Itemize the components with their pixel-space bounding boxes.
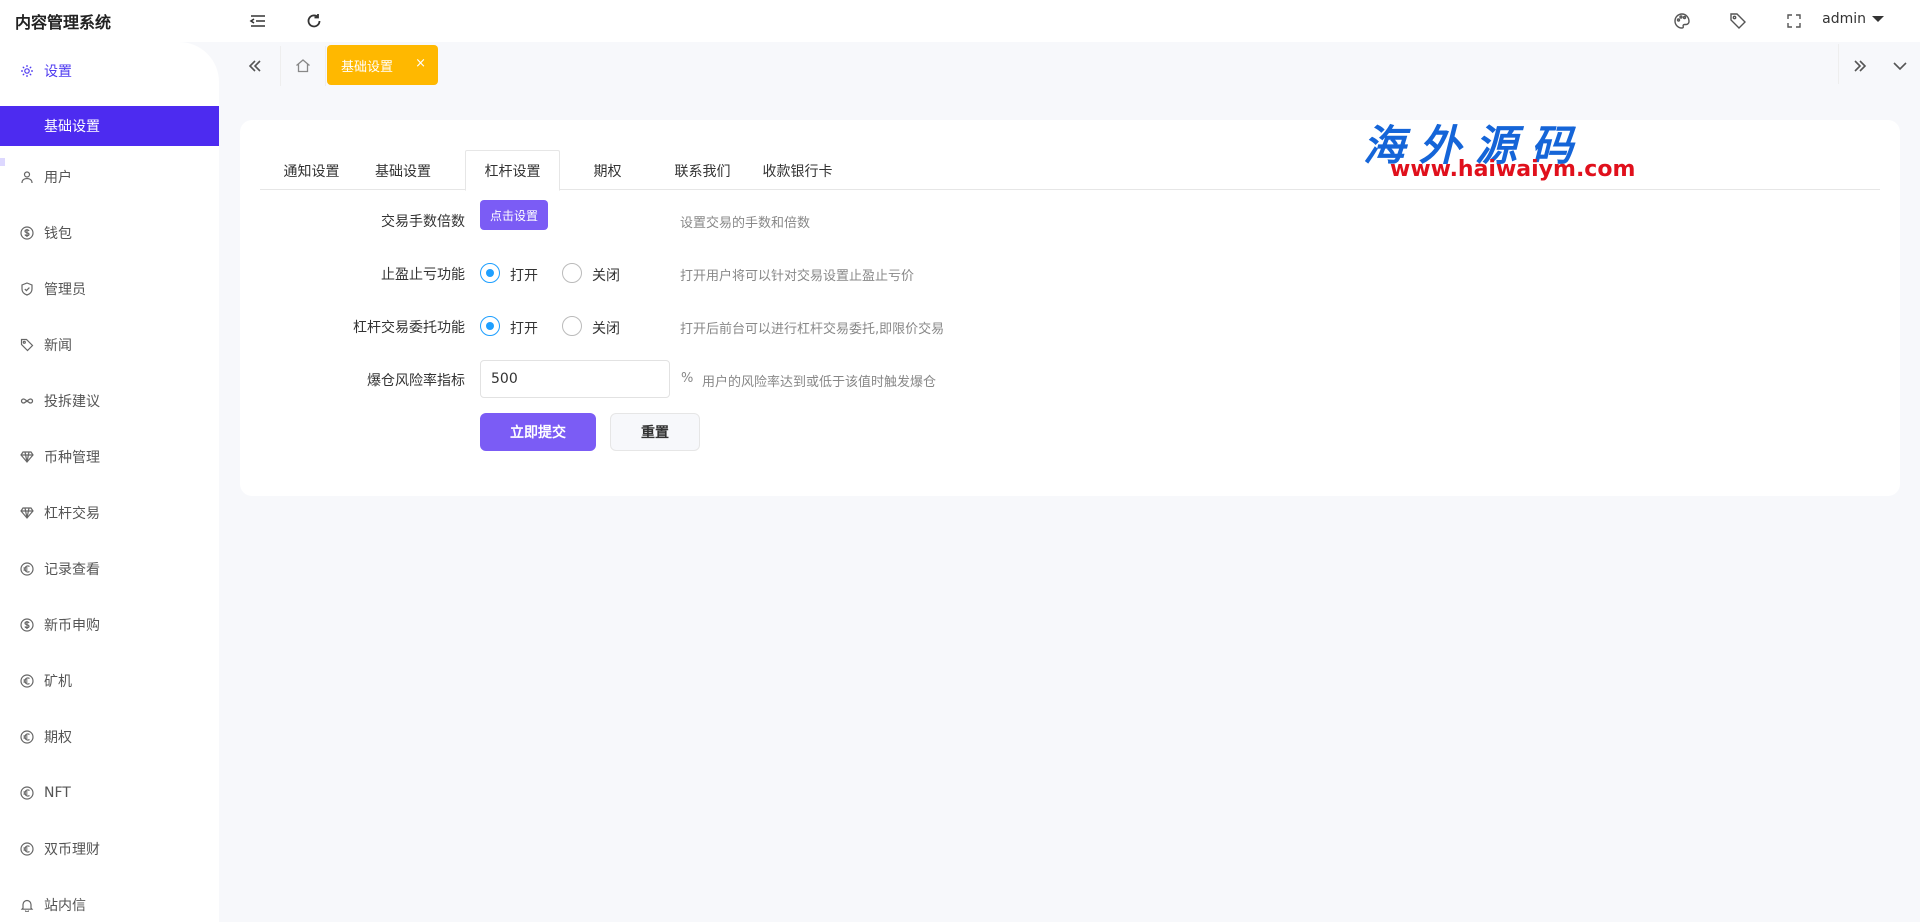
sidebar: 设置 基础设置 用户 钱包 管理员 新闻 投拆建议 币种管理 杠杆交易 记录查看… xyxy=(0,42,219,922)
sidebar-item-settings[interactable]: 设置 xyxy=(0,50,219,92)
gear-icon xyxy=(20,64,34,78)
entrust-off-radio[interactable] xyxy=(562,316,582,336)
sidebar-item-label: 新币申购 xyxy=(44,618,100,634)
app-title: 内容管理系统 xyxy=(15,13,112,32)
reset-button[interactable]: 重置 xyxy=(610,413,700,451)
entrust-hint: 打开后前台可以进行杠杆交易委托,即限价交易 xyxy=(680,322,945,337)
risk-input[interactable]: 500 xyxy=(480,360,670,398)
tab-label: 基础设置 xyxy=(341,59,394,75)
tab-basic-settings[interactable]: 基础设置 × xyxy=(327,45,438,85)
shield-icon xyxy=(20,282,34,296)
diamond-icon xyxy=(20,506,34,520)
home-icon[interactable] xyxy=(280,46,326,86)
risk-unit: % xyxy=(681,371,694,386)
sidebar-item-miner[interactable]: 矿机 xyxy=(0,660,219,702)
tag-icon xyxy=(20,338,34,352)
diamond-icon xyxy=(20,450,34,464)
user-icon xyxy=(20,170,34,184)
sidebar-item-label: 记录查看 xyxy=(44,562,100,578)
sidebar-item-label: 钱包 xyxy=(44,226,72,242)
refresh-icon[interactable] xyxy=(304,11,324,31)
tab-bank-card[interactable]: 收款银行卡 xyxy=(750,150,845,191)
sidebar-item-nft[interactable]: NFT xyxy=(0,772,219,814)
sidebar-item-label: 杠杆交易 xyxy=(44,506,100,522)
tab-leverage-settings[interactable]: 杠杆设置 xyxy=(465,150,560,191)
watermark-url: www.haiwaiym.com xyxy=(1390,157,1636,182)
sidebar-item-admin[interactable]: 管理员 xyxy=(0,268,219,310)
bell-icon xyxy=(20,898,34,912)
collapse-menu-icon[interactable] xyxy=(248,11,268,31)
sidebar-item-options[interactable]: 期权 xyxy=(0,716,219,758)
sidebar-item-label: NFT xyxy=(44,785,71,801)
risk-hint: 用户的风险率达到或低于该值时触发爆仓 xyxy=(702,375,937,390)
scroll-tabs-right-icon[interactable] xyxy=(1846,52,1874,80)
sidebar-item-label: 站内信 xyxy=(44,898,86,914)
tab-basic-settings[interactable]: 基础设置 xyxy=(355,150,451,191)
tab-options[interactable]: 期权 xyxy=(560,150,655,191)
euro-icon xyxy=(20,730,34,744)
sidebar-item-label: 双币理财 xyxy=(44,842,100,858)
stop-loss-off-radio[interactable] xyxy=(562,263,582,283)
stop-loss-off-label: 关闭 xyxy=(592,268,620,284)
sidebar-item-label: 管理员 xyxy=(44,282,86,298)
sidebar-item-label: 币种管理 xyxy=(44,450,100,466)
top-header: 内容管理系统 admin xyxy=(0,0,1920,42)
sidebar-item-label: 用户 xyxy=(44,170,72,186)
sidebar-item-label: 设置 xyxy=(44,64,72,80)
tag-icon[interactable] xyxy=(1728,11,1748,31)
euro-icon xyxy=(20,842,34,856)
sidebar-item-leverage[interactable]: 杠杆交易 xyxy=(0,492,219,534)
sidebar-item-users[interactable]: 用户 xyxy=(0,156,219,198)
sidebar-item-dual-finance[interactable]: 双币理财 xyxy=(0,828,219,870)
stop-loss-on-label: 打开 xyxy=(510,268,538,284)
euro-icon xyxy=(20,674,34,688)
close-icon[interactable]: × xyxy=(415,56,426,71)
entrust-on-radio[interactable] xyxy=(480,316,500,336)
sidebar-item-records[interactable]: 记录查看 xyxy=(0,548,219,590)
tab-notification-settings[interactable]: 通知设置 xyxy=(260,150,363,191)
divider xyxy=(1838,44,1839,84)
sidebar-item-suggestions[interactable]: 投拆建议 xyxy=(0,380,219,422)
submit-button[interactable]: 立即提交 xyxy=(480,413,596,451)
sidebar-item-news[interactable]: 新闻 xyxy=(0,324,219,366)
sidebar-subitem-basic-settings[interactable]: 基础设置 xyxy=(0,106,219,146)
sidebar-item-wallet[interactable]: 钱包 xyxy=(0,212,219,254)
infinity-icon xyxy=(20,394,34,408)
sidebar-item-label: 投拆建议 xyxy=(44,394,100,410)
entrust-off-label: 关闭 xyxy=(592,321,620,337)
dollar-icon xyxy=(20,618,34,632)
stop-loss-label: 止盈止亏功能 xyxy=(381,267,465,283)
sidebar-item-label: 期权 xyxy=(44,730,72,746)
user-menu[interactable]: admin xyxy=(1822,11,1884,27)
tab-contact-us[interactable]: 联系我们 xyxy=(655,150,750,191)
stop-loss-on-radio[interactable] xyxy=(480,263,500,283)
sidebar-item-currency[interactable]: 币种管理 xyxy=(0,436,219,478)
settings-tabs: 通知设置 基础设置 杠杆设置 期权 联系我们 收款银行卡 xyxy=(260,150,1880,191)
euro-icon xyxy=(20,786,34,800)
sidebar-item-label: 矿机 xyxy=(44,674,72,690)
stop-loss-hint: 打开用户将可以针对交易设置止盈止亏价 xyxy=(680,269,915,284)
tabs-dropdown-icon[interactable] xyxy=(1886,52,1914,80)
chevron-down-icon xyxy=(1872,16,1884,22)
sidebar-item-messages[interactable]: 站内信 xyxy=(0,884,219,922)
fullscreen-icon[interactable] xyxy=(1784,11,1804,31)
dollar-icon xyxy=(20,226,34,240)
euro-icon xyxy=(20,562,34,576)
scroll-tabs-left-icon[interactable] xyxy=(241,52,269,80)
entrust-on-label: 打开 xyxy=(510,321,538,337)
sidebar-item-label: 新闻 xyxy=(44,338,72,354)
entrust-label: 杠杆交易委托功能 xyxy=(353,320,465,336)
fee-label: 交易手数倍数 xyxy=(381,214,465,230)
username: admin xyxy=(1822,11,1866,27)
sidebar-item-new-coin[interactable]: 新币申购 xyxy=(0,604,219,646)
fee-setting-button[interactable]: 点击设置 xyxy=(480,200,548,230)
risk-label: 爆仓风险率指标 xyxy=(367,373,465,389)
fee-hint: 设置交易的手数和倍数 xyxy=(680,216,811,231)
palette-icon[interactable] xyxy=(1672,11,1692,31)
